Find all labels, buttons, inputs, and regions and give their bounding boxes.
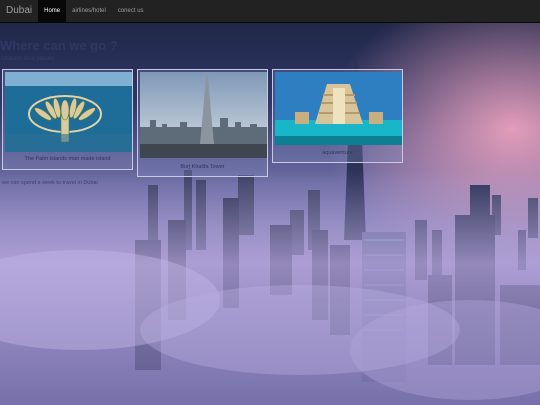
card-palm-islands[interactable]: The Palm Islands man made island bbox=[2, 69, 133, 170]
card-aquaventure[interactable]: aquaventure bbox=[272, 69, 403, 163]
nav-item-home[interactable]: Home bbox=[38, 0, 67, 22]
burj-khalifa-image bbox=[140, 72, 267, 158]
navbar: Dubai Home airlines/hotel conect us bbox=[0, 0, 540, 23]
brand-link[interactable]: Dubai bbox=[0, 0, 38, 22]
palm-islands-image bbox=[5, 72, 132, 152]
card-caption: The Palm Islands man made island bbox=[24, 156, 111, 162]
nav-item-airlines-hotel[interactable]: airlines/hotel bbox=[66, 0, 112, 22]
aquaventure-image bbox=[275, 72, 402, 145]
page-title: Where can we go ? bbox=[0, 38, 118, 53]
intro-text: we can spend a week to travel in Dubai bbox=[2, 180, 98, 186]
page-subtitle: Dubai's best places bbox=[2, 56, 54, 62]
card-caption: Burj Khalifa Tower bbox=[180, 164, 225, 170]
card-burj-khalifa[interactable]: Burj Khalifa Tower bbox=[137, 69, 268, 177]
nav-item-contact[interactable]: conect us bbox=[112, 0, 150, 22]
background-image bbox=[0, 0, 540, 405]
card-caption: aquaventure bbox=[322, 150, 353, 156]
